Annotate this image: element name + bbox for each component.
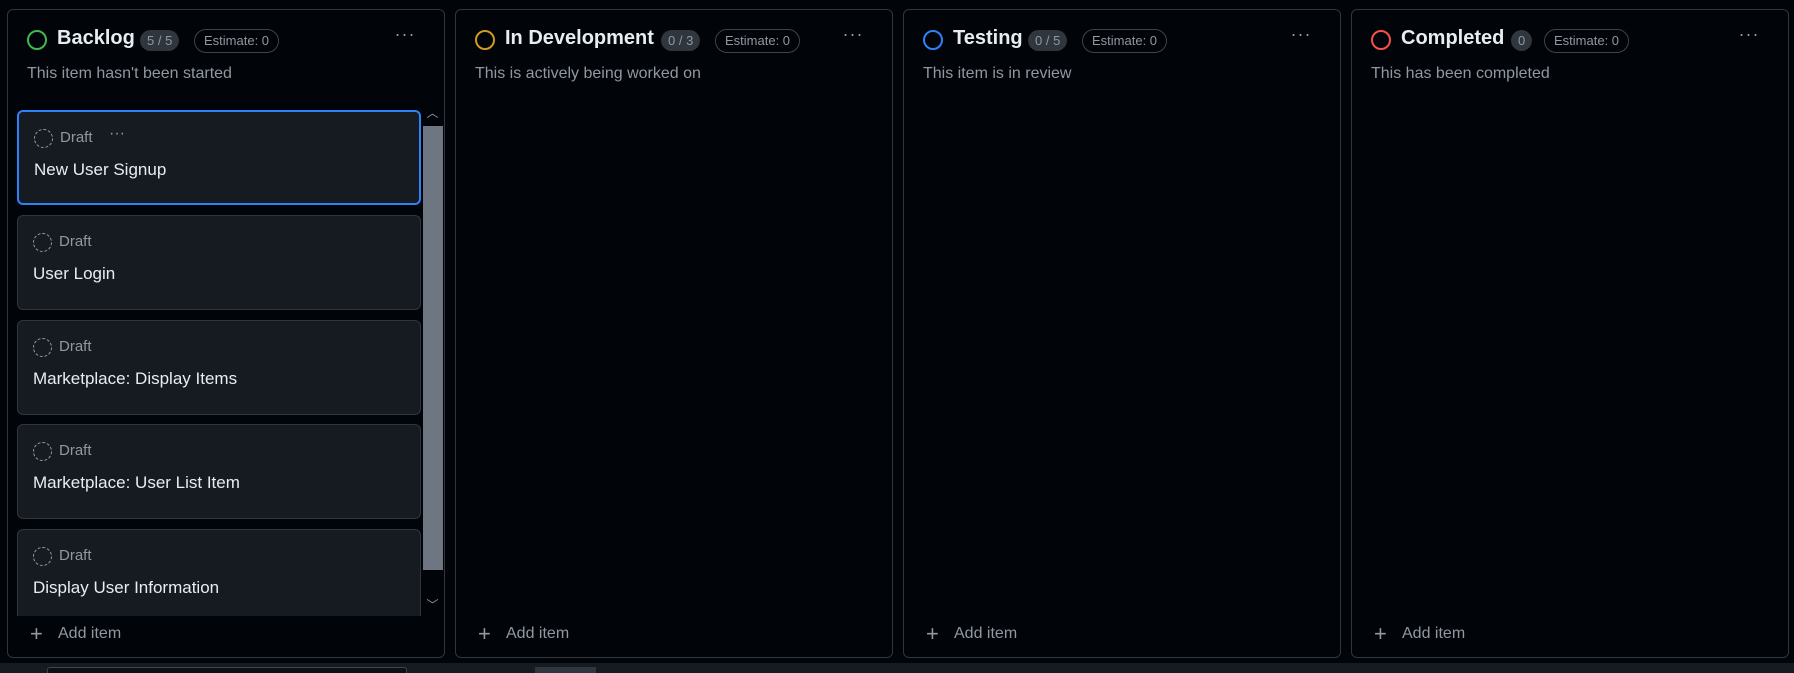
status-circle-icon bbox=[27, 30, 47, 50]
column-description: This item hasn't been started bbox=[27, 65, 232, 82]
card-item[interactable]: Draft User Login bbox=[17, 215, 421, 310]
draft-icon bbox=[33, 442, 52, 461]
draft-icon bbox=[33, 233, 52, 252]
column-title: Backlog bbox=[57, 27, 135, 49]
card-list-scrollbar[interactable]: ︿ ﹀ bbox=[422, 100, 443, 616]
plus-icon: + bbox=[478, 621, 491, 646]
card-title[interactable]: User Login bbox=[33, 264, 115, 284]
column-completed: Completed 0 Estimate: 0 ··· This has bee… bbox=[1351, 9, 1789, 658]
draft-label: Draft bbox=[59, 442, 92, 459]
column-more-options-icon[interactable]: ··· bbox=[1735, 25, 1763, 46]
column-description: This has been completed bbox=[1371, 65, 1550, 82]
column-more-options-icon[interactable]: ··· bbox=[839, 25, 867, 46]
draft-icon bbox=[33, 338, 52, 357]
card-title[interactable]: Display User Information bbox=[33, 578, 219, 598]
column-title: In Development bbox=[505, 27, 654, 49]
draft-label: Draft bbox=[59, 547, 92, 564]
project-board: Backlog 5 / 5 Estimate: 0 ··· This item … bbox=[0, 0, 1794, 673]
column-more-options-icon[interactable]: ··· bbox=[1287, 25, 1315, 46]
card-item[interactable]: Draft ··· New User Signup bbox=[17, 110, 421, 205]
column-more-options-icon[interactable]: ··· bbox=[391, 25, 419, 46]
column-title: Testing bbox=[953, 27, 1023, 49]
chevron-up-icon[interactable]: ︿ bbox=[422, 104, 443, 122]
status-circle-icon bbox=[923, 30, 943, 50]
estimate-badge: Estimate: 0 bbox=[1082, 29, 1168, 53]
card-title[interactable]: New User Signup bbox=[34, 160, 166, 180]
column-header: Testing 0 / 5 Estimate: 0 ··· This item … bbox=[904, 10, 1340, 102]
card-list: Draft ··· New User Signup Draft User Log… bbox=[17, 100, 425, 616]
draft-label: Draft bbox=[59, 233, 92, 250]
draft-label: Draft bbox=[59, 338, 92, 355]
add-item-label: Add item bbox=[506, 625, 570, 642]
column-testing: Testing 0 / 5 Estimate: 0 ··· This item … bbox=[903, 9, 1341, 658]
bottom-toolbar-chip[interactable] bbox=[535, 667, 596, 673]
item-count-badge: 0 bbox=[1511, 30, 1533, 51]
column-header: In Development 0 / 3 Estimate: 0 ··· Thi… bbox=[456, 10, 892, 102]
column-backlog: Backlog 5 / 5 Estimate: 0 ··· This item … bbox=[7, 9, 445, 658]
draft-label: Draft bbox=[60, 129, 93, 146]
bottom-input-field[interactable] bbox=[47, 667, 407, 673]
card-item[interactable]: Draft Marketplace: User List Item bbox=[17, 424, 421, 519]
card-item[interactable]: Draft Marketplace: Display Items bbox=[17, 320, 421, 415]
column-header: Backlog 5 / 5 Estimate: 0 ··· This item … bbox=[8, 10, 444, 102]
status-circle-icon bbox=[1371, 30, 1391, 50]
column-header: Completed 0 Estimate: 0 ··· This has bee… bbox=[1352, 10, 1788, 102]
column-in-development: In Development 0 / 3 Estimate: 0 ··· Thi… bbox=[455, 9, 893, 658]
item-count-badge: 0 / 5 bbox=[1028, 30, 1068, 51]
plus-icon: + bbox=[926, 621, 939, 646]
status-circle-icon bbox=[475, 30, 495, 50]
scrollbar-thumb[interactable] bbox=[423, 126, 443, 570]
column-description: This item is in review bbox=[923, 65, 1072, 82]
add-item-label: Add item bbox=[1402, 625, 1466, 642]
estimate-badge: Estimate: 0 bbox=[715, 29, 801, 53]
draft-icon bbox=[33, 547, 52, 566]
card-item[interactable]: Draft Display User Information bbox=[17, 529, 421, 616]
column-title: Completed bbox=[1401, 27, 1505, 49]
column-description: This is actively being worked on bbox=[475, 65, 701, 82]
card-title[interactable]: Marketplace: Display Items bbox=[33, 369, 237, 389]
bottom-toolbar bbox=[0, 663, 1794, 673]
plus-icon: + bbox=[30, 621, 43, 646]
item-count-badge: 0 / 3 bbox=[661, 30, 701, 51]
estimate-badge: Estimate: 0 bbox=[194, 29, 280, 53]
add-item-label: Add item bbox=[954, 625, 1018, 642]
estimate-badge: Estimate: 0 bbox=[1544, 29, 1630, 53]
add-item-label: Add item bbox=[58, 625, 122, 642]
chevron-down-icon[interactable]: ﹀ bbox=[422, 596, 443, 614]
plus-icon: + bbox=[1374, 621, 1387, 646]
card-title[interactable]: Marketplace: User List Item bbox=[33, 473, 240, 493]
draft-icon bbox=[34, 129, 53, 148]
item-count-badge: 5 / 5 bbox=[140, 30, 180, 51]
card-more-options-icon[interactable]: ··· bbox=[104, 126, 130, 146]
